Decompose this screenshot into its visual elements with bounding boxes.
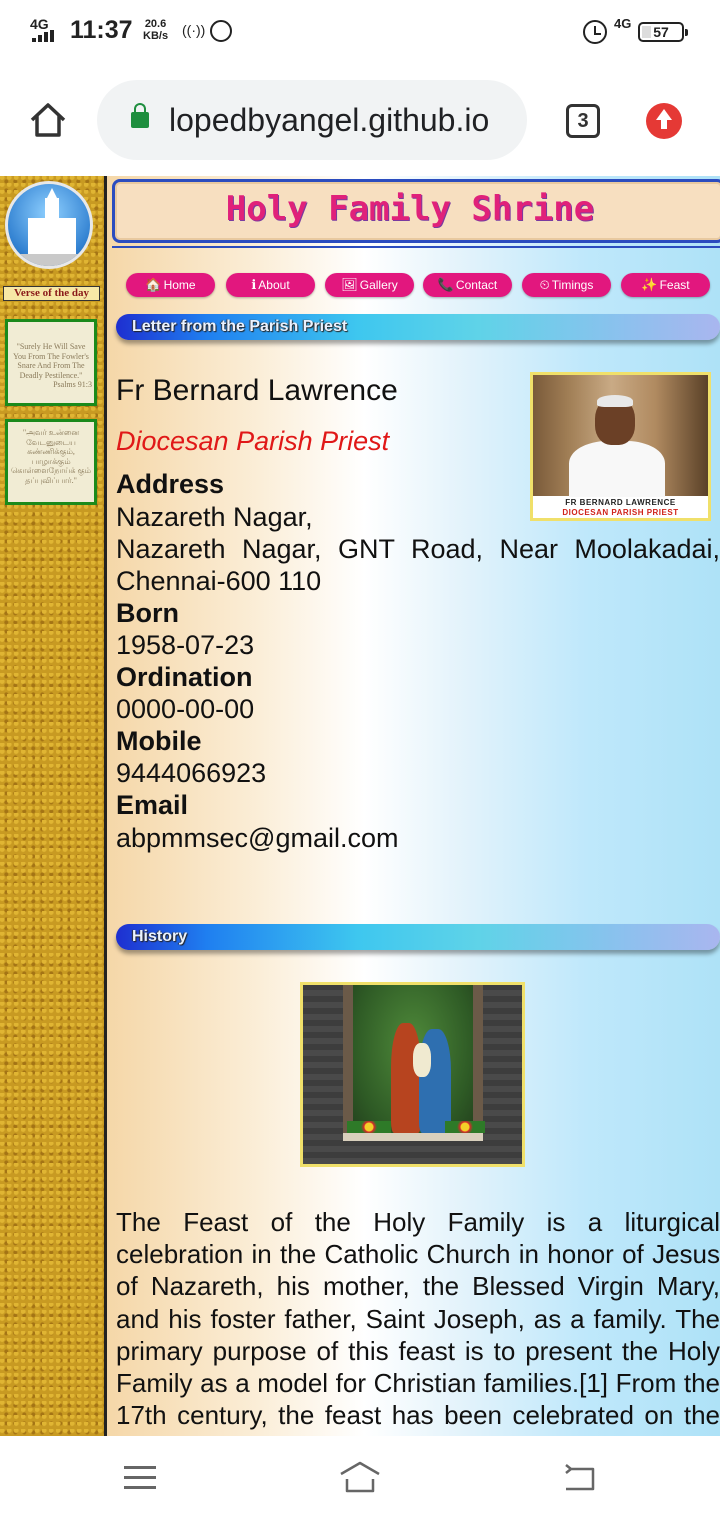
network-type: 4G [30, 16, 49, 32]
url-text[interactable]: lopedbyangel.github.io [169, 102, 489, 139]
system-nav-bar [0, 1436, 720, 1520]
update-icon[interactable] [646, 103, 682, 139]
nav-timings[interactable]: ⏲ Timings [522, 273, 611, 297]
back-icon[interactable] [562, 1464, 596, 1492]
site-title: Holy Family Shrine [225, 189, 595, 229]
email-label: Email [116, 790, 189, 820]
battery-level: 57 [653, 24, 669, 40]
address-line-1: Nazareth Nagar, [116, 502, 313, 532]
lock-icon [131, 103, 149, 128]
history-text: The Feast of the Holy Family is a liturg… [116, 1207, 720, 1436]
verse-title: Verse of the day [3, 286, 100, 301]
verse-english: "Surely He Will Save You From The Fowler… [5, 319, 97, 406]
verse-english-text: "Surely He Will Save You From The Fowler… [13, 342, 89, 380]
nav-home[interactable]: 🏠 Home [126, 273, 215, 297]
verse-tamil: "அவர் உன்னை வேடனுடைய கண்ணிக்கும், பாழாக்… [5, 419, 97, 505]
header-divider [112, 246, 720, 248]
signal-icon [32, 30, 58, 42]
browser-toolbar: lopedbyangel.github.io 3 [0, 64, 720, 176]
menu-icon[interactable] [124, 1466, 156, 1490]
web-page: Verse of the day "Surely He Will Save Yo… [0, 176, 720, 1436]
email-value[interactable]: abpmmsec@gmail.com [116, 822, 720, 854]
hotspot-icon: ((·)) [182, 22, 206, 38]
whatsapp-icon [210, 20, 232, 42]
address-label: Address [116, 469, 225, 499]
history-heading-bar: History [116, 924, 720, 950]
info-icon: ℹ [251, 277, 257, 292]
priest-role: Diocesan Parish Priest [116, 426, 390, 456]
born-value: 1958-07-23 [116, 630, 255, 660]
sparkle-icon: ✨ [641, 277, 658, 292]
nav-feast[interactable]: ✨ Feast [621, 273, 710, 297]
home-icon[interactable] [28, 100, 68, 140]
alarm-icon [583, 20, 607, 44]
home-icon: 🏠 [145, 277, 162, 292]
image-icon: 🖼 [341, 277, 358, 292]
born-label: Born [116, 598, 179, 628]
ordination-label: Ordination [116, 662, 253, 692]
ordination-value: 0000-00-00 [116, 694, 255, 724]
nav-contact[interactable]: 📞 Contact [423, 273, 512, 297]
network-right: 4G [614, 16, 632, 31]
church-logo[interactable] [5, 181, 93, 269]
site-header: Holy Family Shrine [112, 179, 720, 243]
system-home-icon[interactable] [338, 1460, 382, 1494]
nav-about[interactable]: ℹ About [226, 273, 315, 297]
status-bar: 4G 11:37 20.6 KB/s ((·)) 4G 57 [0, 0, 720, 64]
history-heading: History [132, 928, 188, 945]
verse-reference: Psalms 91:3 [53, 380, 92, 389]
tab-switcher-button[interactable]: 3 [566, 104, 600, 138]
priest-name: Fr Bernard Lawrence [116, 374, 398, 407]
address-line-2: Nazareth Nagar, GNT Road, Near Moolakada… [116, 534, 720, 564]
phone-icon: 📞 [437, 277, 454, 292]
nav-gallery[interactable]: 🖼 Gallery [325, 273, 414, 297]
main-nav: 🏠 Home ℹ About 🖼 Gallery 📞 Contact ⏲ Timings … [126, 273, 720, 297]
letter-heading-bar: Letter from the Parish Priest [116, 314, 720, 340]
letter-heading: Letter from the Parish Priest [132, 318, 348, 335]
clock: 11:37 [70, 16, 133, 44]
clock-icon: ⏲ [539, 277, 550, 292]
verse-tamil-text: "அவர் உன்னை வேடனுடைய கண்ணிக்கும், பாழாக்… [11, 428, 91, 485]
main-content: Holy Family Shrine 🏠 Home ℹ About 🖼 Gallery… [107, 176, 720, 1436]
address-line-3: Chennai-600 110 [116, 566, 322, 596]
network-speed: 20.6 KB/s [143, 18, 169, 42]
address-bar[interactable]: lopedbyangel.github.io [97, 80, 527, 160]
battery-icon: 57 [638, 22, 688, 42]
sidebar: Verse of the day "Surely He Will Save Yo… [0, 176, 104, 1436]
mobile-value[interactable]: 9444066923 [116, 757, 720, 789]
mobile-label: Mobile [116, 726, 202, 756]
holy-family-photo [300, 982, 525, 1167]
